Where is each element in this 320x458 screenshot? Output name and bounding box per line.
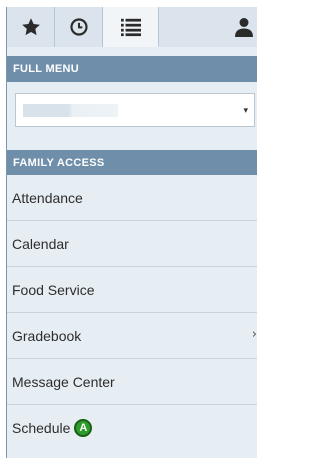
navigation-panel: FULL MENU ▾ FAMILY ACCESS Attendance Cal… <box>6 7 257 458</box>
tab-account[interactable] <box>159 7 257 47</box>
district-dropdown[interactable]: ▾ <box>15 93 255 127</box>
clock-icon <box>69 17 89 37</box>
tab-recent[interactable] <box>55 7 103 47</box>
user-icon <box>235 17 253 37</box>
menu-item-label: Attendance <box>12 189 83 206</box>
menu-item-label: Food Service <box>12 281 95 298</box>
menu-item-label: Gradebook <box>12 327 82 344</box>
nav-tab-bar <box>7 7 257 47</box>
annotation-badge: A <box>74 419 93 437</box>
menu-item-label: Message Center <box>12 373 115 390</box>
menu-item-food-service[interactable]: Food Service <box>7 267 257 313</box>
menu-item-calendar[interactable]: Calendar <box>7 221 257 267</box>
menu-item-label: Calendar <box>12 235 69 252</box>
full-menu-header: FULL MENU <box>7 56 257 82</box>
menu-item-label: Schedule <box>12 420 71 436</box>
dropdown-selected-value <box>23 104 118 117</box>
chevron-right-icon: › <box>251 327 257 342</box>
menu-item-schedule[interactable]: Schedule A <box>7 405 257 451</box>
menu-item-attendance[interactable]: Attendance <box>7 175 257 221</box>
menu-item-message-center[interactable]: Message Center <box>7 359 257 405</box>
tab-favorites[interactable] <box>7 7 55 47</box>
star-icon <box>20 16 42 38</box>
menu-item-gradebook[interactable]: Gradebook › <box>7 313 257 359</box>
family-access-header: FAMILY ACCESS <box>7 150 257 175</box>
list-icon <box>120 17 142 37</box>
tab-full-menu[interactable] <box>103 7 159 47</box>
district-select-area: ▾ <box>7 82 257 150</box>
caret-down-icon: ▾ <box>243 105 248 115</box>
